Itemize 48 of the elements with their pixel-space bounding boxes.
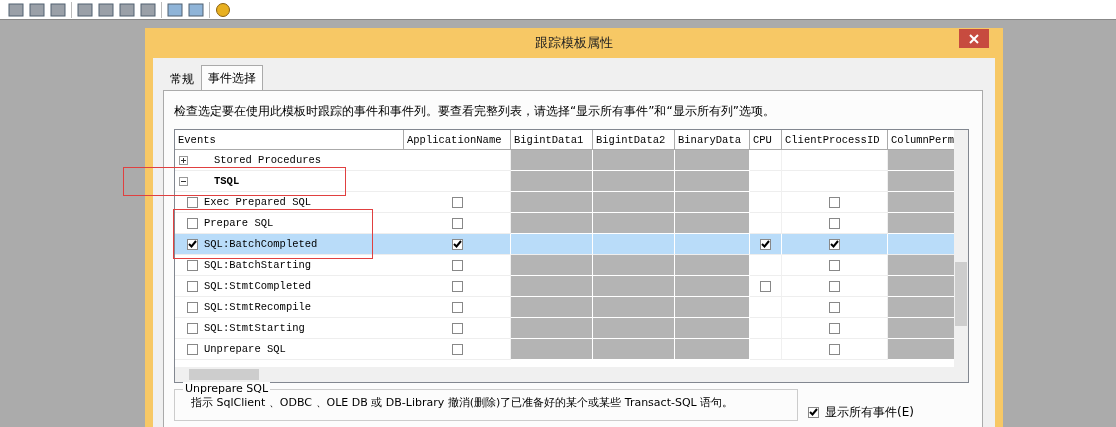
checkbox[interactable] (829, 259, 840, 271)
checkbox[interactable] (451, 217, 463, 229)
description-text: 指示 SqlClient 、ODBC 、OLE DB 或 DB-Library 撤消(删除)了已准备好的某个或某些 Transact-SQL 语句。 (190, 395, 735, 410)
column-header[interactable]: BinaryData (675, 130, 750, 150)
checkbox[interactable] (451, 238, 463, 250)
checkbox[interactable] (829, 238, 840, 250)
checkbox[interactable] (451, 196, 463, 208)
horizontal-scrollbar[interactable] (175, 367, 968, 382)
checkbox-label[interactable]: 显示所有事件(E) (825, 403, 914, 421)
checkbox[interactable] (451, 259, 463, 271)
checkbox[interactable] (829, 343, 840, 355)
instruction-text: 检查选定要在使用此模板时跟踪的事件和事件列。要查看完整列表，请选择“显示所有事件”和“显示所有列”选项。 (174, 103, 776, 120)
column-header[interactable]: CPU (750, 130, 782, 150)
column-header[interactable]: BigintData1 (511, 130, 593, 150)
checkbox[interactable] (451, 322, 463, 334)
checkbox[interactable] (829, 301, 840, 313)
close-button[interactable] (959, 29, 989, 48)
checkbox[interactable] (829, 280, 840, 292)
checkbox[interactable] (451, 301, 463, 313)
checkbox[interactable] (760, 238, 771, 250)
group-title: Unprepare SQL (183, 382, 271, 395)
window-title: 跟踪模板属性 (535, 34, 613, 52)
close-icon (969, 33, 979, 44)
checkbox[interactable] (187, 322, 198, 334)
tab[interactable]: 常规 (163, 68, 201, 90)
checkbox[interactable] (187, 196, 198, 208)
expand-icon[interactable] (179, 155, 188, 165)
checkbox[interactable] (187, 259, 198, 271)
checkbox[interactable] (808, 406, 819, 418)
checkbox[interactable] (187, 217, 198, 229)
checkbox[interactable] (187, 238, 198, 250)
checkbox[interactable] (760, 280, 771, 292)
event-cell[interactable]: SQL:BatchCompleted (175, 234, 404, 255)
checkbox[interactable] (829, 322, 840, 334)
checkbox[interactable] (829, 217, 840, 229)
column-header[interactable]: Events (175, 130, 404, 150)
checkbox[interactable] (829, 196, 840, 208)
checkbox[interactable] (451, 280, 463, 292)
tab[interactable]: 事件选择 (201, 65, 263, 90)
vertical-scrollbar[interactable] (954, 130, 968, 367)
collapse-icon[interactable] (179, 176, 188, 186)
checkbox[interactable] (451, 343, 463, 355)
column-header[interactable]: BigintData2 (593, 130, 675, 150)
checkbox[interactable] (187, 301, 198, 313)
column-header[interactable]: ClientProcessID (782, 130, 888, 150)
column-header[interactable]: ApplicationName (404, 130, 511, 150)
checkbox[interactable] (187, 280, 198, 292)
checkbox[interactable] (187, 343, 198, 355)
